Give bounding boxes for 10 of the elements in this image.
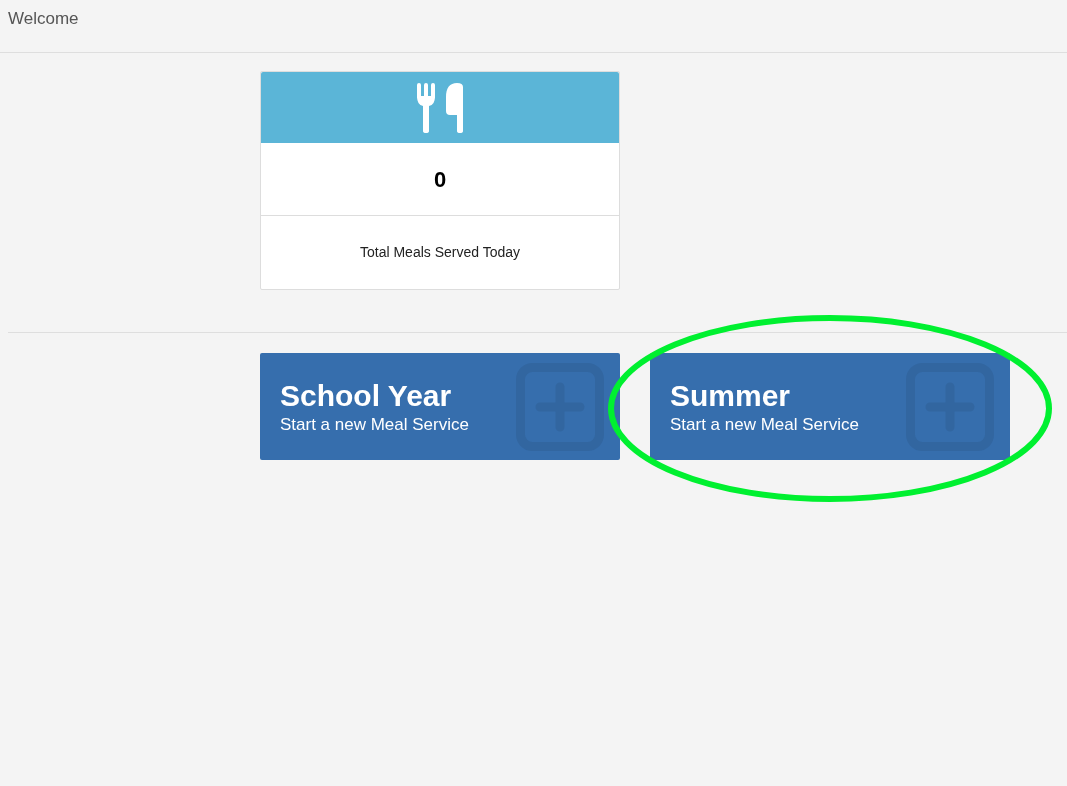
new-meal-service-button[interactable]: School Year Start a new Meal Service	[260, 353, 620, 460]
service-title: School Year	[280, 377, 453, 414]
service-title: Summer	[670, 377, 792, 414]
fork-and-knife-icon	[417, 82, 463, 133]
page-title: Welcome	[8, 8, 79, 30]
stat-label: Total Meals Served Today	[359, 243, 521, 262]
meals-count: 0	[433, 165, 447, 194]
new-meal-service-button[interactable]: Summer Start a new Meal Service	[650, 353, 1010, 460]
service-subtitle: Start a new Meal Service	[670, 413, 859, 436]
service-subtitle: Start a new Meal Service	[280, 413, 469, 436]
